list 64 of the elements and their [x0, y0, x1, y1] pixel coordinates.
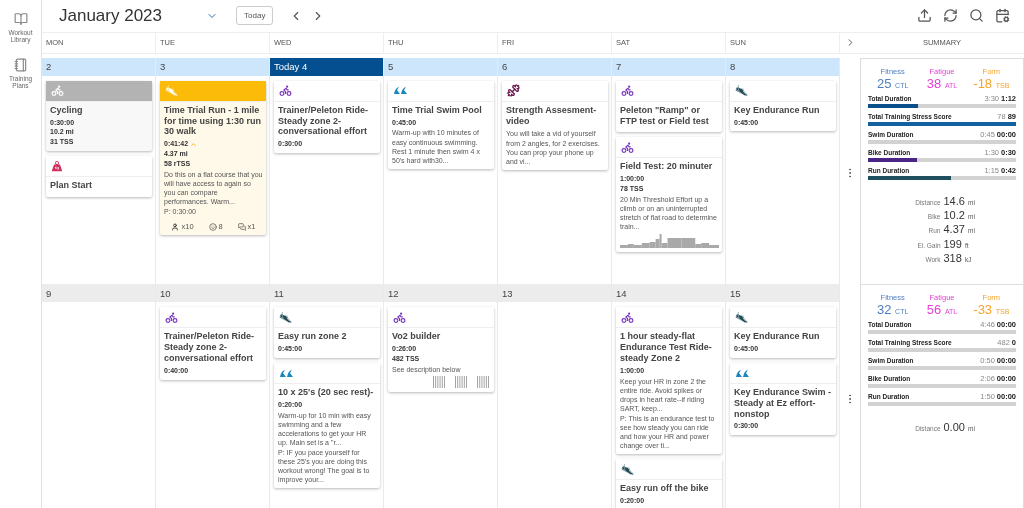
dumbbell-icon — [507, 84, 520, 98]
book-icon — [13, 12, 28, 26]
workout-card[interactable]: Plan Start — [46, 156, 152, 197]
upload-icon[interactable] — [917, 8, 932, 24]
bike-icon — [279, 84, 292, 98]
workout-title: Key Endurance Swim - Steady at Ez effort-nonstop — [734, 387, 833, 420]
workout-title: Key Endurance Run — [734, 104, 821, 116]
workout-title: Vo2 builder — [392, 331, 442, 343]
workout-title: Field Test: 20 minuter — [620, 161, 714, 173]
date-bar: 10 — [156, 284, 269, 303]
workout-title: Key Endurance Run — [734, 331, 821, 343]
workout-title: Peleton "Ramp" or FTP test or Field test — [620, 104, 710, 127]
bike-icon — [621, 141, 634, 154]
search-icon[interactable] — [969, 8, 984, 24]
date-bar: 2 — [42, 57, 155, 76]
bike-icon — [51, 84, 64, 98]
workout-card[interactable] — [274, 363, 380, 489]
workout-title: Cycling — [50, 104, 84, 116]
workout-title: Strength Assesment-video — [506, 104, 598, 127]
kettlebell-icon — [51, 160, 63, 173]
workout-title: Easy run off the bike — [620, 483, 710, 495]
workout-title: Time Trial Run - 1 mile for time using 1:30 run 30 walk — [164, 104, 262, 138]
date-bar: 15 — [726, 284, 839, 303]
date-bar: 8 — [726, 57, 839, 76]
workout-title: Time Trial Swim Pool — [392, 104, 483, 116]
date-bar: 11 — [270, 284, 383, 303]
date-bar: 5 — [384, 57, 497, 76]
intervals-drawing — [433, 375, 491, 388]
smiley-icon — [208, 222, 217, 231]
workout-title: 1 hour steady-flat Endurance Test Ride-steady Zone 2 — [620, 331, 713, 364]
today-button[interactable]: Today — [236, 6, 274, 26]
workout-title: 10 x 25's (20 sec rest)- — [278, 387, 375, 398]
date-bar: 12 — [384, 284, 497, 303]
workout-title: Trainer/Peleton Ride-Steady zone 2-conversational effort — [278, 104, 370, 138]
calendar-settings-icon[interactable] — [995, 8, 1010, 24]
notebook-icon — [13, 57, 28, 72]
date-bar: 3 — [156, 57, 269, 76]
bike-icon — [621, 84, 634, 98]
month-title: January 2023 — [59, 5, 163, 26]
date-bar: 7 — [612, 57, 725, 76]
bike-icon — [621, 310, 634, 324]
swim-icon — [735, 368, 750, 378]
date-bar: 6 — [498, 57, 611, 76]
date-bar: Today 4 — [270, 57, 383, 76]
person-icon — [171, 222, 180, 231]
shoe-icon — [735, 310, 748, 324]
date-bar: 13 — [498, 284, 611, 303]
bike-icon — [165, 310, 178, 324]
bike-icon — [393, 310, 406, 324]
swim-icon — [279, 368, 294, 378]
workout-title: Trainer/Peleton Ride-Steady zone 2-conversational effort — [164, 331, 256, 364]
shoe-icon — [621, 462, 634, 476]
workout-title: Easy run zone 2 — [278, 331, 348, 343]
shoe-icon — [165, 84, 178, 98]
shoe-icon — [279, 310, 292, 324]
refresh-icon[interactable] — [943, 8, 958, 24]
swim-icon — [393, 86, 408, 96]
workout-card[interactable] — [616, 307, 722, 455]
workout-card[interactable]: Peleton "Ramp" or FTP test or Field test — [616, 80, 722, 133]
shoe-icon — [735, 84, 748, 98]
date-bar: 14 — [612, 284, 725, 303]
workout-title: Plan Start — [50, 180, 93, 191]
comments-icon — [237, 222, 246, 231]
date-bar: 9 — [42, 284, 155, 303]
